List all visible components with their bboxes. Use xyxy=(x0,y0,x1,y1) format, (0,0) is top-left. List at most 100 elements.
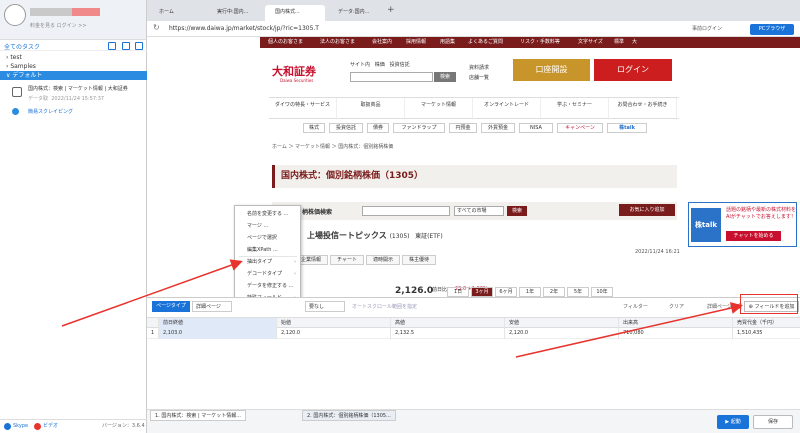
tree-folder-test[interactable]: › test xyxy=(0,53,147,62)
url-input[interactable]: https://www.daiwa.jp/market/stock/jp/?ri… xyxy=(169,23,319,34)
video-link[interactable]: ビデオ xyxy=(43,420,58,433)
site-search-button[interactable]: 検索 xyxy=(434,72,456,82)
context-menu-item[interactable]: 抽出タイプ › xyxy=(235,257,301,268)
page-type-button[interactable]: ページタイプ xyxy=(152,301,190,312)
period-button[interactable]: 6ヶ月 xyxy=(495,287,517,297)
pricing-link[interactable]: 料金を見る ログイン >> xyxy=(30,22,87,29)
main-nav-item[interactable]: マーケット情報 xyxy=(405,98,473,120)
sub-nav-item[interactable]: 外貨預金 xyxy=(481,123,515,133)
task-tab-search[interactable]: 1. 国内株式：検索 | マーケット情報... xyxy=(150,410,246,421)
save-button[interactable]: 保存 xyxy=(753,415,793,429)
search-opt-site[interactable]: サイト内 xyxy=(350,62,370,68)
autoscroll-range-link[interactable]: オートスクロール範囲を指定 xyxy=(352,303,417,310)
ticker-search-bar: 柄株価検索 すべての市場 検索 xyxy=(272,202,677,220)
pre-login-button[interactable]: 事前ログイン xyxy=(692,25,722,32)
task-subitem[interactable]: 簡易スクレイピング xyxy=(0,107,147,117)
search-opt-fund[interactable]: 投資信託 xyxy=(390,62,410,68)
ticker-input[interactable] xyxy=(362,206,450,216)
site-tab[interactable]: 株主優待 xyxy=(402,255,436,265)
task-item[interactable]: 国内株式：検索 | マーケット情報 | 大和証券 データ取 2022/11/24… xyxy=(0,83,147,107)
top-nav-item[interactable]: 法人のお客さま xyxy=(320,37,355,48)
period-button[interactable]: 10年 xyxy=(591,287,613,297)
search-opt-stock[interactable]: 株価 xyxy=(375,62,385,68)
table-cell[interactable]: 2,132.5 xyxy=(391,328,505,339)
clear-button[interactable]: クリア xyxy=(669,303,684,310)
task-tab-stock[interactable]: 2. 国内株式：個別銘柄株価（1305... xyxy=(302,410,396,421)
table-cell[interactable]: 2,103.0 xyxy=(159,328,277,339)
site-search-input[interactable] xyxy=(350,72,433,82)
period-button[interactable]: 1日 xyxy=(447,287,469,297)
top-nav-item[interactable]: 標準 xyxy=(614,37,624,48)
sub-nav-item[interactable]: NISA xyxy=(519,123,553,133)
pc-browser-button[interactable]: PCブラウザ xyxy=(750,24,794,35)
detail-page-select[interactable]: 詳細ページ xyxy=(192,301,232,312)
main-nav-item[interactable]: 取扱商品 xyxy=(337,98,405,120)
context-menu-item[interactable]: ページで選択 xyxy=(235,233,301,244)
all-tasks-header[interactable]: 全てのタスク xyxy=(0,40,147,51)
sub-nav-item[interactable]: キャンペーン xyxy=(557,123,603,133)
top-nav-item[interactable]: 文字サイズ xyxy=(578,37,603,48)
new-tab-icon[interactable]: + xyxy=(387,5,395,15)
context-menu-item[interactable]: 名前を変更する ... xyxy=(235,209,301,220)
tree-folder-samples[interactable]: › Samples xyxy=(0,62,147,71)
context-menu-item[interactable]: デコードタイプ › xyxy=(235,269,301,280)
reload-icon[interactable]: ↻ xyxy=(153,23,160,32)
top-nav-item[interactable]: 個人のお客さま xyxy=(268,37,303,48)
data-toolbar: ページタイプ 詳細ページ 要なし オートスクロール範囲を指定 フィルター クリア… xyxy=(147,301,800,314)
tab-data[interactable]: データ:国内... xyxy=(328,5,383,21)
skype-link[interactable]: Skype xyxy=(13,420,28,433)
sub-nav-item[interactable]: 投資信託 xyxy=(329,123,363,133)
top-nav-item[interactable]: 採用情報 xyxy=(406,37,426,48)
period-button[interactable]: 5年 xyxy=(567,287,589,297)
ad-text: 話題の銘柄や最新の株式材料をAIがチャットでお答えします！ xyxy=(726,207,797,220)
site-tab[interactable]: チャート xyxy=(330,255,364,265)
period-button[interactable]: 1年 xyxy=(519,287,541,297)
sub-nav-item[interactable]: 円預金 xyxy=(449,123,477,133)
tree-folder-default[interactable]: ∨ デフォルト xyxy=(0,71,147,80)
detail-page-process[interactable]: 詳細ページ処理 xyxy=(707,303,742,310)
sub-nav-item[interactable]: 債券 xyxy=(367,123,389,133)
scroll-select[interactable]: 要なし xyxy=(305,301,345,312)
sub-nav-item[interactable]: 株式 xyxy=(303,123,325,133)
tab-running[interactable]: 実行中:国内... xyxy=(207,5,262,21)
main-nav-item[interactable]: オンライントレード xyxy=(473,98,541,120)
top-nav-item[interactable]: 用語集 xyxy=(440,37,455,48)
chat-ad-banner[interactable]: 株talk 話題の銘柄や最新の株式材料をAIがチャットでお答えします！ チャット… xyxy=(688,202,797,247)
top-nav-item[interactable]: 会社案内 xyxy=(372,37,392,48)
context-menu-item[interactable]: マージ ... xyxy=(235,221,301,232)
add-favorite-button[interactable]: お気に入り追加 xyxy=(619,204,675,216)
table-cell[interactable]: 2,120.0 xyxy=(505,328,619,339)
main-nav-item[interactable]: ダイワの特長・サービス xyxy=(269,98,337,120)
doc-request-link[interactable]: 資料請求 xyxy=(469,64,489,71)
sub-nav-item[interactable]: ファンドラップ xyxy=(393,123,445,133)
table-cell[interactable]: 1,510,435 xyxy=(733,328,800,339)
market-select[interactable]: すべての市場 xyxy=(454,206,504,216)
top-nav-item[interactable]: リスク・手数料等 xyxy=(520,37,560,48)
context-menu-item[interactable]: 編集XPath ... xyxy=(235,245,301,256)
tab-home[interactable]: ホーム xyxy=(149,5,204,21)
context-menu-item[interactable]: データを修正する ... xyxy=(235,281,301,292)
new-folder-icon[interactable] xyxy=(108,42,116,50)
top-nav-item[interactable]: 大 xyxy=(632,37,637,48)
table-cell[interactable]: 2,120.0 xyxy=(277,328,391,339)
open-account-button[interactable]: 口座開設 xyxy=(513,59,590,81)
ticker-search-button[interactable]: 検索 xyxy=(507,206,527,216)
login-button[interactable]: ログイン xyxy=(594,59,672,81)
run-button[interactable]: ▶ 起動 xyxy=(717,415,749,429)
site-tab[interactable]: 適時開示 xyxy=(366,255,400,265)
start-chat-button[interactable]: チャットを始める xyxy=(726,231,781,241)
table-cell[interactable]: 710,080 xyxy=(619,328,733,339)
sub-nav-item[interactable]: 株talk xyxy=(607,123,647,133)
main-nav-item[interactable]: お問合わせ・お手続き xyxy=(609,98,677,120)
filter-button[interactable]: フィルター xyxy=(623,303,648,310)
table-row[interactable]: 1 2,103.0 2,120.0 2,132.5 2,120.0 710,080 1,51… xyxy=(147,328,800,339)
period-button[interactable]: 2年 xyxy=(543,287,565,297)
tab-stock[interactable]: 国内株式... xyxy=(265,5,325,21)
main-nav-item[interactable]: 学ぶ・セミナー xyxy=(541,98,609,120)
new-task-icon[interactable] xyxy=(122,42,130,50)
brand-logo[interactable]: 大和証券 xyxy=(272,63,316,79)
store-list-link[interactable]: 店舗一覧 xyxy=(469,74,489,81)
period-button[interactable]: 3ヶ月 xyxy=(471,287,493,297)
top-nav-item[interactable]: よくあるご質問 xyxy=(468,37,503,48)
refresh-icon[interactable] xyxy=(135,42,143,50)
